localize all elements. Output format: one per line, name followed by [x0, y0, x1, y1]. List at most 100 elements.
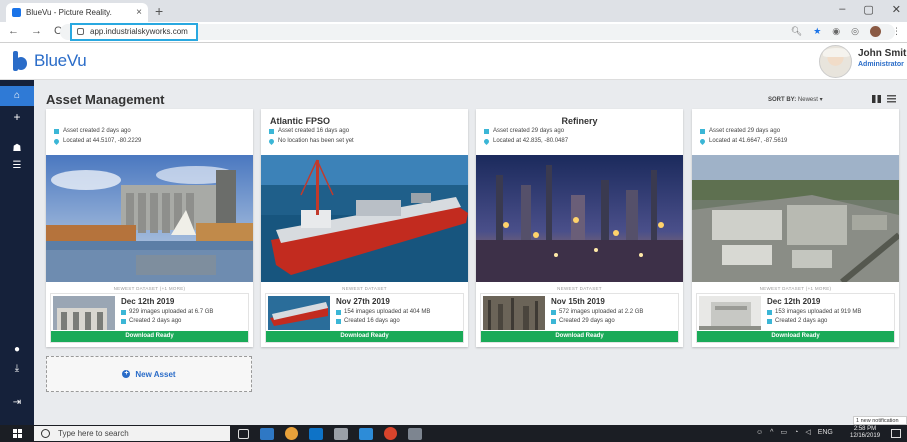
volume-icon[interactable]: ◁ — [805, 428, 810, 436]
app-icon-3[interactable] — [408, 427, 422, 440]
task-view-icon[interactable] — [238, 428, 249, 439]
dataset-created-text: Created 2 days ago — [129, 318, 182, 324]
battery-icon[interactable]: ▭ — [780, 428, 787, 436]
download-icon[interactable]: ⤓ — [0, 363, 34, 374]
page-title: Asset Management — [46, 92, 165, 107]
calendar-icon — [269, 128, 274, 134]
asset-photo-fpso-ship[interactable] — [261, 155, 468, 282]
list-icon[interactable]: ☰ — [0, 160, 34, 171]
asset-title: Atlantic FPSO — [270, 116, 331, 126]
dataset-date: Nov 15th 2019 — [551, 297, 605, 306]
windows-start-icon[interactable] — [13, 429, 22, 438]
list-view-icon[interactable] — [887, 95, 896, 103]
person-icon[interactable]: ● — [0, 344, 34, 355]
dataset-label: NEWEST DATASET — [557, 286, 602, 291]
calendar-icon — [336, 318, 341, 324]
dataset-box[interactable]: Nov 15th 2019 572 images uploaded at 2.2… — [480, 293, 679, 343]
profile-avatar-icon[interactable] — [870, 26, 881, 37]
calendar-icon — [700, 128, 705, 134]
lock-icon — [77, 28, 84, 35]
tab-close-icon[interactable]: × — [136, 7, 142, 18]
taskbar-clock[interactable]: 2:58 PM 12/16/2019 — [850, 426, 880, 440]
dataset-images-text: 153 images uploaded at 919 MB — [775, 309, 862, 315]
dataset-date: Nov 27th 2019 — [336, 297, 390, 306]
extension-icon[interactable]: ◉ — [832, 26, 840, 37]
browser-menu-icon[interactable]: ⋮ — [892, 26, 901, 37]
bluevu-logo[interactable]: BlueVu — [13, 51, 87, 71]
dataset-images: 154 images uploaded at 404 MB — [336, 309, 430, 315]
dataset-images: 153 images uploaded at 919 MB — [767, 309, 861, 315]
grid-view-icon[interactable] — [872, 95, 881, 103]
cortana-icon — [41, 429, 50, 438]
system-tray: ☺ ^ ▭ ◔ ◁ ENG — [756, 428, 833, 437]
download-ready-button[interactable]: Download Ready — [266, 331, 463, 342]
asset-photo-industrial-aerial[interactable] — [692, 155, 899, 282]
new-tab-button[interactable]: + — [155, 3, 163, 19]
asset-card[interactable]: Asset created 29 days ago Located at 41.… — [692, 109, 899, 347]
forward-icon[interactable]: → — [31, 25, 42, 37]
asset-photo-refinery[interactable] — [476, 155, 683, 282]
asset-photo-grain-elevator[interactable] — [46, 155, 253, 282]
tray-language[interactable]: ENG — [818, 429, 833, 436]
notification-toast[interactable]: 1 new notification — [853, 416, 907, 425]
tab-title: BlueVu - Picture Reality. — [26, 8, 112, 17]
user-avatar[interactable] — [819, 45, 852, 78]
extension-icon-2[interactable]: ◎ — [851, 26, 859, 37]
asset-location-text: Located at 42.835, -80.0487 — [493, 138, 569, 144]
images-icon — [551, 309, 556, 315]
location-pin-icon — [267, 137, 276, 145]
plus-circle-icon: + — [122, 370, 131, 378]
tray-chevron-icon[interactable]: ^ — [770, 429, 773, 436]
new-asset-button[interactable]: + New Asset — [46, 356, 252, 392]
dataset-box[interactable]: Dec 12th 2019 929 images uploaded at 6.7… — [50, 293, 249, 343]
home-icon[interactable]: ⌂ — [0, 86, 34, 106]
chrome-icon[interactable] — [285, 427, 298, 440]
download-ready-button[interactable]: Download Ready — [51, 331, 248, 342]
browser-tabstrip: BlueVu - Picture Reality. × + – ▢ ✕ — [0, 0, 907, 22]
zoom-icon[interactable]: 🔍︎ — [791, 26, 802, 37]
sort-label: SORT BY: — [768, 97, 797, 103]
plus-icon[interactable]: + — [0, 110, 34, 124]
hierarchy-icon[interactable]: ☗ — [0, 143, 34, 154]
close-icon[interactable]: ✕ — [892, 3, 901, 16]
people-icon[interactable]: ☺ — [756, 429, 763, 436]
app-header: BlueVu John Smith Administrator — [0, 43, 907, 80]
asset-created-text: Asset created 2 days ago — [63, 128, 131, 134]
back-icon[interactable]: ← — [8, 25, 19, 37]
asset-card[interactable]: Refinery Asset created 29 days ago Locat… — [476, 109, 683, 347]
asset-location: Located at 41.6647, -87.5619 — [698, 137, 788, 145]
asset-created-text: Asset created 16 days ago — [278, 128, 350, 134]
dataset-created-text: Created 2 days ago — [775, 318, 828, 324]
sort-value: Newest ▾ — [797, 97, 823, 103]
sort-by-dropdown[interactable]: SORT BY: Newest ▾ — [768, 96, 823, 103]
calculator-icon[interactable] — [334, 427, 348, 440]
asset-card[interactable]: Atlantic FPSO Asset created 16 days ago … — [261, 109, 468, 347]
bluevu-favicon-icon — [12, 8, 21, 17]
mail-icon[interactable] — [309, 427, 323, 440]
dataset-label: NEWEST DATASET (+1 MORE) — [113, 286, 186, 291]
minimize-icon[interactable]: – — [839, 3, 845, 16]
download-ready-button[interactable]: Download Ready — [481, 331, 678, 342]
taskbar-apps — [238, 427, 422, 440]
file-explorer-icon[interactable] — [260, 427, 274, 440]
app-icon[interactable] — [359, 427, 373, 440]
dataset-created: Created 2 days ago — [121, 318, 181, 324]
app-icon-2[interactable] — [384, 427, 397, 440]
dataset-box[interactable]: Nov 27th 2019 154 images uploaded at 404… — [265, 293, 464, 343]
window-controls: – ▢ ✕ — [839, 3, 901, 16]
network-icon[interactable]: ◔ — [794, 429, 798, 436]
location-pin-icon — [698, 137, 707, 145]
logout-icon[interactable]: ⇥ — [0, 397, 34, 408]
url-field[interactable]: app.industrialskyworks.com — [70, 23, 198, 41]
browser-tab[interactable]: BlueVu - Picture Reality. × — [6, 3, 148, 22]
action-center-icon[interactable] — [891, 429, 901, 438]
asset-card[interactable]: Asset created 2 days ago Located at 44.5… — [46, 109, 253, 347]
asset-location-text: Located at 41.6647, -87.5619 — [709, 138, 788, 144]
download-ready-button[interactable]: Download Ready — [697, 331, 894, 342]
dataset-box[interactable]: Dec 12th 2019 153 images uploaded at 919… — [696, 293, 895, 343]
taskbar-search[interactable]: Type here to search — [34, 426, 230, 441]
maximize-icon[interactable]: ▢ — [863, 3, 873, 16]
clock-time: 2:58 PM — [853, 426, 877, 432]
asset-location-text: Located at 44.5107, -80.2229 — [63, 138, 142, 144]
bookmark-star-icon[interactable]: ★ — [813, 26, 821, 37]
